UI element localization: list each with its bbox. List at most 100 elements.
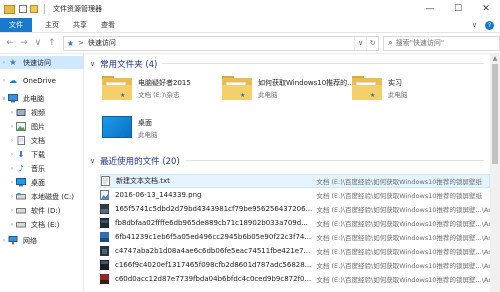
list-item[interactable]: c166f9c4020ef1317465f098cfb2d8601d787adc… (100, 258, 490, 272)
sidebar-item-documents[interactable]: › 文档 (8, 134, 45, 147)
ribbon-expand-icon[interactable]: ∨ (472, 21, 477, 29)
sidebar-item-label: 本地磁盘 (C:) (31, 192, 74, 201)
sidebar-item-videos[interactable]: › 视频 (8, 106, 45, 119)
sidebar-item-drive-d[interactable]: › 软件 (D:) (8, 204, 61, 217)
tab-home[interactable]: 主页 (38, 18, 66, 32)
navigation-pane: › ★ 快速访问 › ☁ OneDrive ∨ 此电脑 › 视频 › 图片 › … (0, 54, 84, 292)
back-button[interactable]: ← (3, 38, 17, 48)
forward-button[interactable]: → (17, 38, 31, 48)
file-name: c4747aba2b1d08a4ae6c6db06fe5eac74511fbe4… (115, 246, 311, 255)
sidebar-item-network[interactable]: › 网络 (0, 234, 37, 247)
help-icon[interactable]: ? (485, 20, 494, 30)
folder-location: 此电脑 (388, 91, 408, 99)
sidebar-item-onedrive[interactable]: › ☁ OneDrive (0, 74, 56, 87)
search-input[interactable]: ⌕ 搜索"快速访问" (383, 35, 500, 51)
folder-tile[interactable]: ★ 电脑疑好者2015 文档 (E:)\杂志 (102, 72, 232, 114)
expand-arrow-icon[interactable]: › (8, 123, 16, 130)
star-icon: ★ (9, 58, 17, 67)
sidebar-item-downloads[interactable]: › ⬇ 下载 (8, 148, 45, 161)
sidebar-item-label: OneDrive (23, 76, 56, 85)
expand-arrow-icon[interactable]: › (0, 59, 8, 66)
pin-icon: ★ (120, 92, 126, 99)
list-item[interactable]: c60d0acc12d87e7739fbda04b6bfdc4c0ced9b9c… (100, 272, 490, 286)
recent-locations-button[interactable]: ∨ (31, 38, 45, 48)
up-button[interactable]: ↑ (45, 38, 59, 48)
sidebar-item-this-pc[interactable]: ∨ 此电脑 (0, 92, 44, 105)
group-divider (162, 63, 484, 64)
folder-location: 此电脑 (138, 131, 158, 139)
expand-arrow-icon[interactable]: › (8, 151, 16, 158)
expand-arrow-icon[interactable]: › (8, 179, 16, 186)
tab-share[interactable]: 共享 (66, 18, 94, 32)
list-item[interactable]: fb8dbfaa02ffffe6db965de889cb71c18902b033… (100, 216, 490, 230)
tab-view[interactable]: 查看 (94, 18, 122, 32)
frequent-folders-header[interactable]: ∨ 常用文件夹 (4) (90, 58, 157, 70)
list-item[interactable]: 165f5741c5dbd2d79bd4343981cf79be95625643… (100, 202, 490, 216)
image-thumbnail-icon (100, 203, 109, 214)
sidebar-item-quick-access[interactable]: › ★ 快速访问 (0, 56, 84, 69)
image-thumbnail-icon (100, 217, 109, 228)
address-bar[interactable]: ★ > 快速访问 ∨ ↻ (62, 35, 380, 51)
sidebar-item-label: 文档 (31, 136, 45, 145)
expand-arrow-icon[interactable]: › (8, 137, 16, 144)
vertical-scrollbar[interactable]: ▲ (490, 54, 500, 292)
breadcrumb-separator[interactable]: > (78, 39, 84, 47)
sidebar-item-pictures[interactable]: › 图片 (8, 120, 45, 133)
expand-arrow-icon[interactable]: › (0, 77, 8, 84)
image-thumbnail-icon (100, 259, 109, 270)
file-path: 文档 (E:)\百度经验\如何获取Windows10推荐的锁屏壁...\Asse… (316, 247, 490, 256)
folder-name: 电脑疑好者2015 (138, 79, 191, 87)
list-item[interactable]: c4747aba2b1d08a4ae6c6db06fe5eac74511fbe4… (100, 244, 490, 258)
file-name: 新建文本文档.txt (116, 176, 170, 185)
image-thumbnail-icon (100, 231, 109, 242)
image-thumbnail-icon (100, 245, 109, 256)
list-item[interactable]: 2016-06-13_144339.png 文档 (E:)\百度经验\如何获取W… (100, 188, 490, 202)
properties-icon[interactable] (19, 5, 27, 13)
expand-arrow-icon[interactable]: › (0, 237, 8, 244)
expand-arrow-icon[interactable]: › (8, 193, 16, 200)
computer-icon (8, 94, 18, 103)
file-path: 文档 (E:)\百度经验\如何获取Windows10推荐的锁屏壁...\Asse… (316, 233, 490, 242)
recent-files-title: 最近使用的文件 (20) (100, 157, 180, 167)
file-name: 6fb41239c1eb6f5a05ed496cc2945b6b05e90f22… (115, 232, 312, 241)
scroll-up-arrow-icon[interactable]: ▲ (490, 54, 500, 64)
sidebar-item-desktop[interactable]: › 桌面 (8, 176, 45, 189)
collapse-chevron-icon[interactable]: ∨ (90, 157, 95, 165)
pin-icon: ★ (370, 92, 376, 99)
sidebar-item-drive-c[interactable]: › 本地磁盘 (C:) (8, 190, 74, 203)
download-icon: ⬇ (17, 150, 25, 159)
new-folder-icon[interactable] (30, 5, 38, 13)
tab-file[interactable]: 文件 (0, 18, 32, 32)
pin-icon: ★ (120, 132, 126, 139)
breadcrumb-quick-access[interactable]: 快速访问 (88, 38, 116, 48)
search-placeholder: 搜索"快速访问" (395, 39, 445, 47)
network-icon (8, 236, 18, 245)
expand-arrow-icon[interactable]: › (8, 165, 16, 172)
title-bar: 文件资源管理器 — ☐ ✕ (0, 0, 500, 18)
address-dropdown-button[interactable]: ∨ (354, 36, 366, 50)
sidebar-item-music[interactable]: › ♪ 音乐 (8, 162, 45, 175)
image-thumbnail-icon (100, 273, 109, 284)
minimize-button[interactable]: — (416, 0, 444, 18)
expand-arrow-icon[interactable]: › (8, 109, 16, 116)
close-button[interactable]: ✕ (472, 0, 500, 18)
maximize-button[interactable]: ☐ (444, 0, 472, 18)
folder-tile-desktop[interactable]: ★ 桌面 此电脑 (102, 112, 232, 154)
file-name: 165f5741c5dbd2d79bd4343981cf79be95625643… (115, 204, 313, 213)
recent-files-header[interactable]: ∨ 最近使用的文件 (20) (90, 155, 180, 167)
folder-tile[interactable]: ★ 如何获取Windows10推荐的... 此电脑 (222, 72, 354, 114)
refresh-button[interactable]: ↻ (366, 36, 378, 50)
quick-access-pin-icon: ★ (66, 38, 75, 48)
sidebar-item-drive-e[interactable]: › 文档 (E:) (8, 218, 60, 231)
list-item[interactable]: 新建文本文档.txt 文档 (E:)\百度经验\如何获取Windows10推荐的… (100, 174, 490, 188)
collapse-chevron-icon[interactable]: ∨ (90, 60, 95, 68)
expand-arrow-icon[interactable]: ∨ (0, 95, 8, 102)
folder-tile[interactable]: ★ 实习 此电脑 (352, 72, 482, 114)
expand-arrow-icon[interactable]: › (8, 221, 16, 228)
pin-icon: ★ (240, 92, 246, 99)
list-item[interactable]: 6fb41239c1eb6f5a05ed496cc2945b6b05e90f22… (100, 230, 490, 244)
expand-arrow-icon[interactable]: › (8, 207, 16, 214)
scrollbar-thumb[interactable] (492, 64, 498, 164)
file-name: c60d0acc12d87e7739fbda04b6bfdc4c0ced9b9c… (115, 274, 312, 283)
folder-location: 文档 (E:)\杂志 (138, 91, 180, 99)
